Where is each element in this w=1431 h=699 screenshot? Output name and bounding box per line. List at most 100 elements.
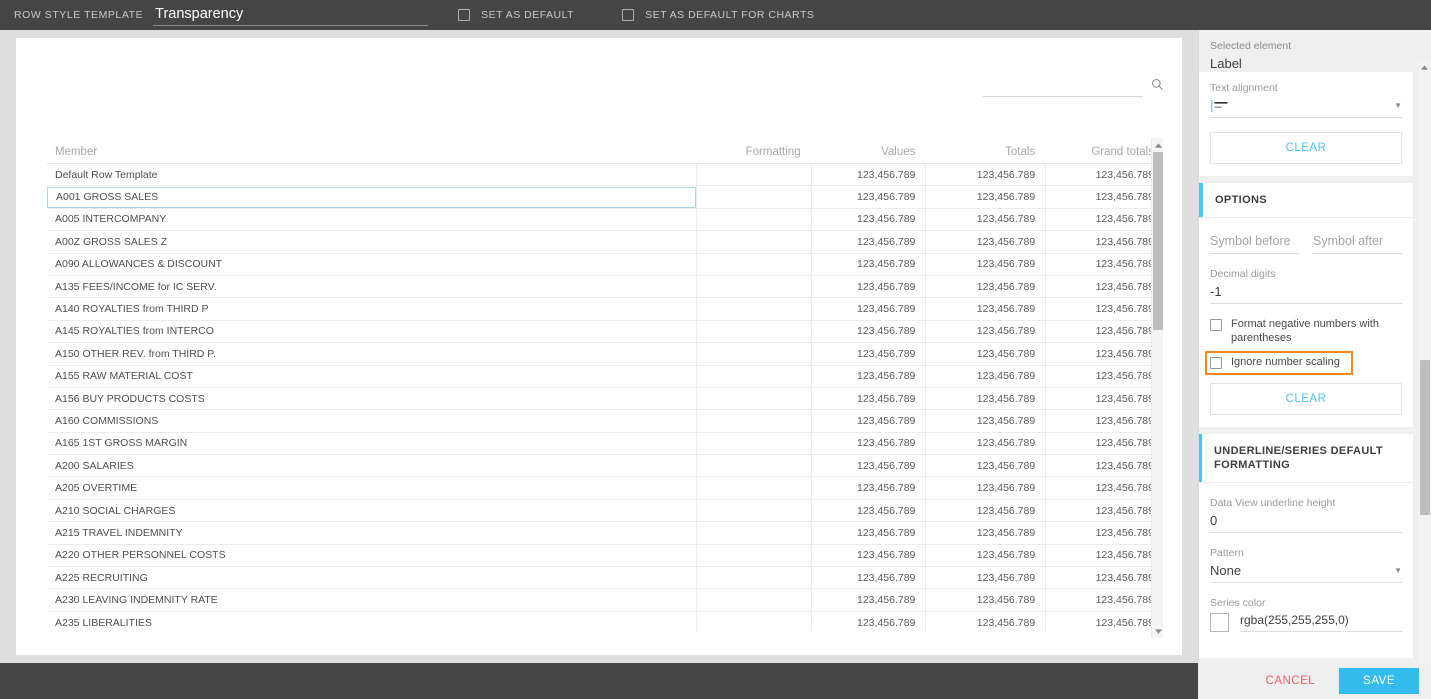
set-as-default-charts-checkbox[interactable] [622,9,635,21]
table-row[interactable]: A155 RAW MATERIAL COST 123,456.789 123,456… [47,365,1163,388]
table-cell-values[interactable]: 123,456.789 [810,253,926,275]
table-cell-grand-totals[interactable]: 123,456.789 [1045,410,1163,432]
column-header-member[interactable]: Member [47,146,696,158]
table-cell-formatting[interactable] [695,253,811,275]
table-cell-formatting[interactable] [695,589,811,611]
pattern-field[interactable]: Pattern None ▼ [1210,547,1402,583]
table-cell-values[interactable]: 123,456.789 [810,522,926,544]
table-cell-formatting[interactable] [695,611,811,631]
table-cell-member[interactable]: A215 TRAVEL INDEMNITY [47,522,696,543]
table-cell-totals[interactable]: 123,456.789 [925,164,1045,186]
scroll-down-arrow-icon[interactable] [1152,625,1164,637]
table-cell-member[interactable]: A001 GROSS SALES [47,186,696,208]
table-cell-grand-totals[interactable]: 123,456.789 [1045,365,1163,387]
row-style-template-input[interactable] [153,5,429,24]
table-cell-formatting[interactable] [695,387,811,410]
series-color-field[interactable]: Series color rgba(255,255,255,0) [1210,597,1402,632]
symbol-before-field[interactable] [1210,232,1299,254]
table-cell-totals[interactable]: 123,456.789 [925,208,1045,231]
save-button[interactable]: SAVE [1339,668,1419,694]
table-cell-grand-totals[interactable]: 123,456.789 [1045,298,1163,320]
column-header-values[interactable]: Values [811,146,926,158]
table-cell-values[interactable]: 123,456.789 [810,231,926,253]
table-cell-values[interactable]: 123,456.789 [810,410,926,432]
table-row[interactable]: A225 RECRUITING 123,456.789 123,456.789 123… [47,567,1163,590]
table-cell-values[interactable]: 123,456.789 [810,432,926,455]
column-header-grand-totals[interactable]: Grand totals [1045,146,1163,158]
table-cell-formatting[interactable] [695,477,811,499]
symbol-after-field[interactable] [1313,232,1402,254]
table-cell-formatting[interactable] [695,499,811,522]
table-cell-formatting[interactable] [695,208,811,231]
format-negative-checkbox-row[interactable]: Format negative numbers with parentheses [1210,318,1402,345]
table-cell-values[interactable]: 123,456.789 [810,275,926,298]
row-style-template-field[interactable] [153,5,429,26]
table-cell-grand-totals[interactable]: 123,456.789 [1045,275,1163,298]
table-cell-member[interactable]: A150 OTHER REV. from THIRD P. [47,343,696,364]
table-cell-formatting[interactable] [695,432,811,455]
table-cell-formatting[interactable] [695,365,811,387]
table-cell-totals[interactable]: 123,456.789 [925,387,1045,410]
table-cell-member[interactable]: A005 INTERCOMPANY [47,209,696,230]
sidebar-scroll-up-arrow-icon[interactable] [1418,61,1430,73]
table-cell-grand-totals[interactable]: 123,456.789 [1045,343,1163,365]
table-cell-grand-totals[interactable]: 123,456.789 [1045,544,1163,567]
underline-height-input[interactable] [1210,512,1402,528]
table-cell-values[interactable]: 123,456.789 [810,387,926,410]
table-row[interactable]: A215 TRAVEL INDEMNITY 123,456.789 123,456.… [47,522,1163,545]
column-header-totals[interactable]: Totals [925,146,1045,158]
symbol-after-input[interactable] [1313,234,1402,248]
symbol-before-input[interactable] [1210,234,1299,248]
clear-options-button[interactable]: CLEAR [1210,382,1402,415]
table-cell-totals[interactable]: 123,456.789 [925,432,1045,455]
table-cell-totals[interactable]: 123,456.789 [925,253,1045,275]
table-cell-member[interactable]: A090 ALLOWANCES & DISCOUNT [47,254,696,275]
table-row[interactable]: A165 1ST GROSS MARGIN 123,456.789 123,456.… [47,432,1163,456]
table-cell-member[interactable]: A00Z GROSS SALES Z [47,231,696,252]
table-cell-member[interactable]: A135 FEES/INCOME for IC SERV. [47,276,696,297]
table-cell-member[interactable]: A210 SOCIAL CHARGES [47,500,696,521]
table-cell-formatting[interactable] [695,522,811,544]
series-color-swatch[interactable] [1210,612,1229,632]
table-cell-values[interactable]: 123,456.789 [810,611,926,631]
table-cell-grand-totals[interactable]: 123,456.789 [1045,231,1163,253]
table-row[interactable]: A210 SOCIAL CHARGES 123,456.789 123,456.78… [47,499,1163,523]
format-negative-checkbox[interactable] [1210,319,1222,331]
table-cell-grand-totals[interactable]: 123,456.789 [1045,455,1163,477]
table-cell-values[interactable]: 123,456.789 [810,499,926,522]
table-cell-grand-totals[interactable]: 123,456.789 [1045,208,1163,231]
sidebar-vertical-scrollbar[interactable] [1418,60,1431,693]
table-row[interactable]: A005 INTERCOMPANY 123,456.789 123,456.789 1… [47,208,1163,232]
table-cell-totals[interactable]: 123,456.789 [925,343,1045,365]
table-cell-member[interactable]: A200 SALARIES [47,455,696,476]
table-row[interactable]: A230 LEAVING INDEMNITY RATE 123,456.789 12… [47,589,1163,612]
table-cell-formatting[interactable] [695,298,811,320]
table-cell-grand-totals[interactable]: 123,456.789 [1045,589,1163,611]
table-row[interactable]: A145 ROYALTIES from INTERCO 123,456.789 12… [47,320,1163,344]
table-row[interactable]: A001 GROSS SALES 123,456.789 123,456.789 12… [47,186,1163,209]
table-cell-member[interactable]: A160 COMMISSIONS [47,410,696,431]
table-cell-totals[interactable]: 123,456.789 [925,611,1045,631]
table-cell-totals[interactable]: 123,456.789 [925,320,1045,343]
table-cell-totals[interactable]: 123,456.789 [925,499,1045,522]
decimal-digits-input[interactable] [1210,284,1402,299]
table-cell-totals[interactable]: 123,456.789 [925,365,1045,387]
table-cell-member[interactable]: A165 1ST GROSS MARGIN [47,433,696,454]
table-cell-grand-totals[interactable]: 123,456.789 [1045,387,1163,410]
table-cell-member[interactable]: A205 OVERTIME [47,477,696,498]
table-cell-formatting[interactable] [695,320,811,343]
search-field[interactable] [983,81,1143,99]
table-cell-member[interactable]: A230 LEAVING INDEMNITY RATE [47,589,696,610]
table-cell-member[interactable]: A225 RECRUITING [47,567,696,588]
table-cell-formatting[interactable] [695,231,811,253]
table-row[interactable]: A160 COMMISSIONS 123,456.789 123,456.789 12… [47,410,1163,433]
table-cell-member[interactable]: A156 BUY PRODUCTS COSTS [47,388,696,409]
table-cell-values[interactable]: 123,456.789 [810,164,926,186]
table-cell-totals[interactable]: 123,456.789 [925,567,1045,589]
table-cell-grand-totals[interactable]: 123,456.789 [1045,253,1163,275]
table-cell-formatting[interactable] [695,567,811,589]
table-cell-totals[interactable]: 123,456.789 [925,186,1045,208]
table-cell-totals[interactable]: 123,456.789 [925,477,1045,499]
table-row[interactable]: A150 OTHER REV. from THIRD P. 123,456.789… [47,343,1163,366]
table-cell-grand-totals[interactable]: 123,456.789 [1045,186,1163,208]
